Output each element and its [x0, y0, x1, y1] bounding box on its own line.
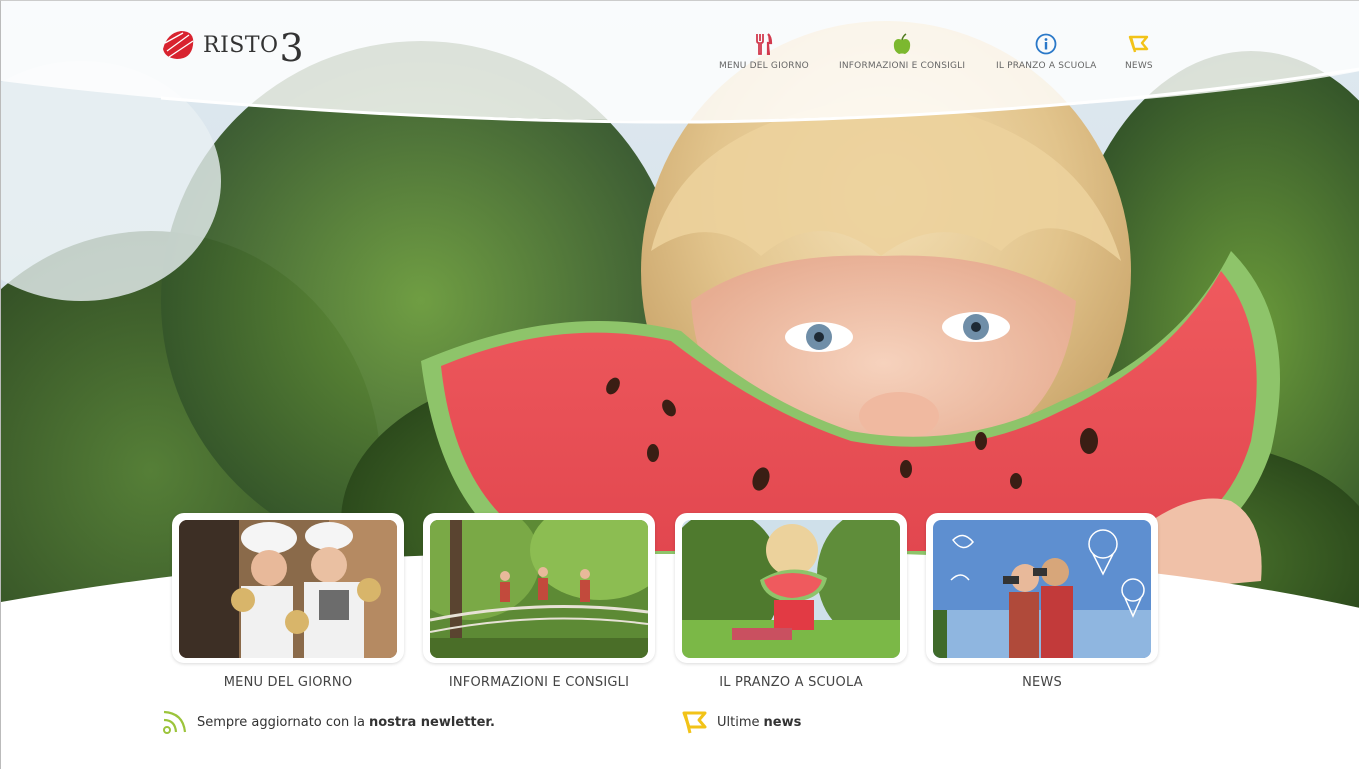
latest-news-bold-text: news [763, 714, 802, 730]
newsletter-link[interactable]: Sempre aggiornato con la nostra newlette… [161, 709, 495, 735]
nav-informazioni-e-consigli[interactable]: INFORMAZIONI E CONSIGLI [839, 33, 965, 71]
nav-il-pranzo-a-scuola[interactable]: IL PRANZO A SCUOLA [996, 33, 1097, 71]
tile-il-pranzo-a-scuola[interactable] [675, 513, 907, 663]
logo-text: RISTO [203, 32, 279, 58]
tile-informazioni-e-consigli[interactable] [423, 513, 655, 663]
forest-adventure-photo [430, 520, 648, 658]
nav-label: MENU DEL GIORNO [719, 61, 809, 71]
rss-icon [163, 710, 187, 734]
nav-label: IL PRANZO A SCUOLA [996, 61, 1097, 71]
child-watermelon-photo [682, 520, 900, 658]
nav-menu-del-giorno[interactable]: MENU DEL GIORNO [719, 33, 809, 71]
tile-label-menu-del-giorno[interactable]: MENU DEL GIORNO [172, 675, 404, 690]
newsletter-text: Sempre aggiornato con la [197, 714, 365, 730]
page: RISTO 3 MENU DEL GIORNO INFORMAZIONI E C… [0, 0, 1359, 769]
chefs-photo [179, 520, 397, 658]
info-icon [1035, 33, 1057, 55]
site-header: RISTO 3 MENU DEL GIORNO INFORMAZIONI E C… [1, 1, 1359, 131]
latest-news-link[interactable]: Ultime news [681, 709, 801, 735]
newsletter-bold-text: nostra newletter. [368, 714, 495, 730]
tile-menu-del-giorno[interactable] [172, 513, 404, 663]
tile-label-informazioni-e-consigli[interactable]: INFORMAZIONI E CONSIGLI [423, 675, 655, 690]
kids-binoculars-photo [933, 520, 1151, 658]
nav-label: INFORMAZIONI E CONSIGLI [839, 61, 966, 71]
fork-knife-icon [753, 33, 775, 55]
flag-icon [682, 711, 707, 734]
tile-news[interactable] [926, 513, 1158, 663]
tile-label-il-pranzo-a-scuola[interactable]: IL PRANZO A SCUOLA [675, 675, 907, 690]
nav-label: NEWS [1125, 61, 1153, 71]
flag-icon [1128, 33, 1150, 55]
tile-label-news[interactable]: NEWS [926, 675, 1158, 690]
risto3-logo[interactable]: RISTO 3 [159, 23, 304, 67]
apple-icon [891, 33, 913, 55]
nav-news[interactable]: NEWS [1125, 33, 1153, 71]
brush-logo-icon [163, 31, 194, 59]
latest-news-text: Ultime [717, 714, 760, 730]
logo-number: 3 [279, 26, 304, 70]
